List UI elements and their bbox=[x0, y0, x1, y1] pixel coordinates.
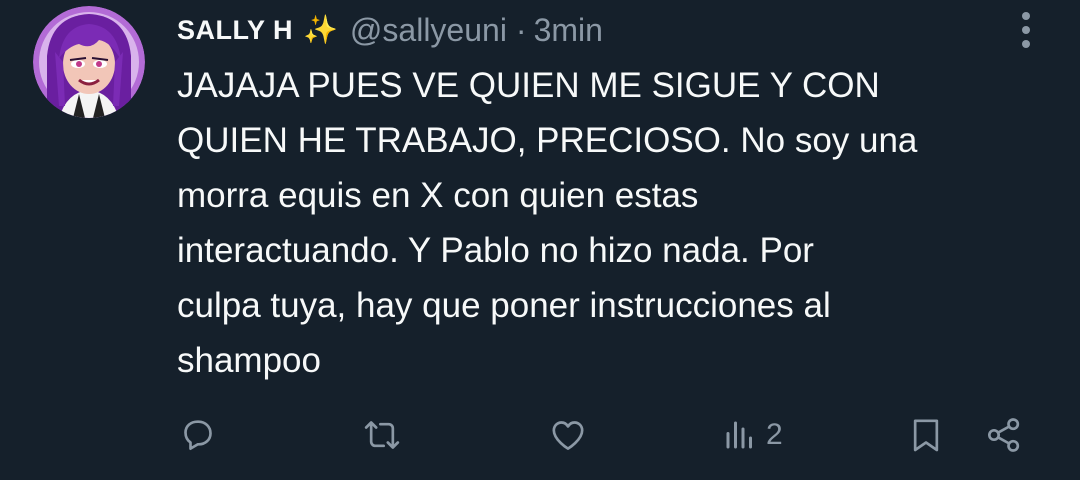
bookmark-icon bbox=[913, 419, 939, 452]
like-button[interactable] bbox=[548, 410, 588, 460]
timestamp[interactable]: 3min bbox=[534, 12, 603, 49]
user-handle[interactable]: @sallyeuni bbox=[350, 12, 507, 49]
avatar-image bbox=[33, 6, 145, 118]
share-button[interactable] bbox=[984, 410, 1024, 460]
action-bar: 2 bbox=[0, 410, 1080, 460]
more-dot bbox=[1022, 40, 1030, 48]
views-count: 2 bbox=[766, 418, 783, 451]
separator-dot: · bbox=[515, 11, 527, 48]
views-button[interactable]: 2 bbox=[722, 410, 783, 460]
more-options-icon[interactable] bbox=[1014, 12, 1038, 48]
bookmark-button[interactable] bbox=[906, 410, 946, 460]
views-icon bbox=[726, 421, 752, 449]
share-icon bbox=[988, 418, 1020, 452]
retweet-icon bbox=[364, 421, 400, 449]
more-dot bbox=[1022, 26, 1030, 34]
sparkles-emoji: ✨ bbox=[303, 14, 338, 45]
tweet[interactable]: SALLY H ✨ @sallyeuni · 3min JAJAJA PUES … bbox=[0, 0, 1080, 480]
more-dot bbox=[1022, 12, 1030, 20]
tweet-header: SALLY H ✨ @sallyeuni · 3min bbox=[177, 8, 603, 52]
reply-icon bbox=[184, 420, 212, 450]
retweet-button[interactable] bbox=[360, 410, 404, 460]
like-icon bbox=[552, 421, 584, 450]
tweet-text: JAJAJA PUES VE QUIEN ME SIGUE Y CON QUIE… bbox=[177, 66, 918, 380]
avatar[interactable] bbox=[33, 6, 145, 118]
reply-button[interactable] bbox=[178, 410, 218, 460]
display-name[interactable]: SALLY H bbox=[177, 15, 293, 46]
